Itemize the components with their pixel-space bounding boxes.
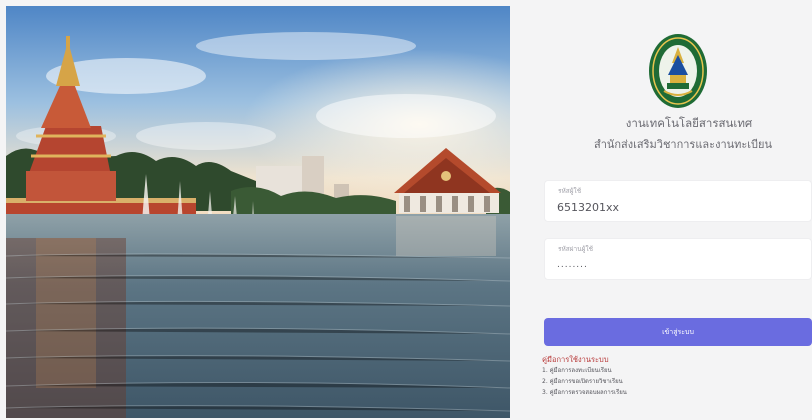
password-field[interactable]: รหัสผ่านผู้ใช้ (544, 238, 812, 280)
manual-link-grades[interactable]: 3. คู่มือการตรวจสอบผลการเรียน (542, 387, 802, 398)
manual-title: คู่มือการใช้งานระบบ (542, 355, 609, 364)
login-button[interactable]: เข้าสู่ระบบ (544, 318, 812, 346)
username-field[interactable]: รหัสผู้ใช้ (544, 180, 812, 222)
login-panel: งานเทคโนโลยีสารสนเทศ สำนักส่งเสริมวิชากา… (514, 0, 812, 420)
campus-photo (6, 6, 510, 418)
manual-link-open-course[interactable]: 2. คู่มือการขอเปิดรายวิชาเรียน (542, 376, 802, 387)
manual-link-registration[interactable]: 1. คู่มือการลงทะเบียนเรียน (542, 365, 802, 376)
login-page: งานเทคโนโลยีสารสนเทศ สำนักส่งเสริมวิชากา… (0, 0, 812, 420)
username-label: รหัสผู้ใช้ (558, 187, 582, 195)
org-title: งานเทคโนโลยีสารสนเทศ (625, 116, 753, 130)
user-manual-section: คู่มือการใช้งานระบบ 1. คู่มือการลงทะเบีย… (542, 355, 802, 398)
campus-photo-illustration (6, 6, 510, 418)
password-input[interactable] (557, 255, 797, 275)
password-label: รหัสผ่านผู้ใช้ (558, 245, 594, 253)
university-logo-icon (649, 34, 707, 108)
org-subtitle: สำนักส่งเสริมวิชาการและงานทะเบียน (593, 138, 773, 151)
username-input[interactable] (557, 197, 797, 217)
